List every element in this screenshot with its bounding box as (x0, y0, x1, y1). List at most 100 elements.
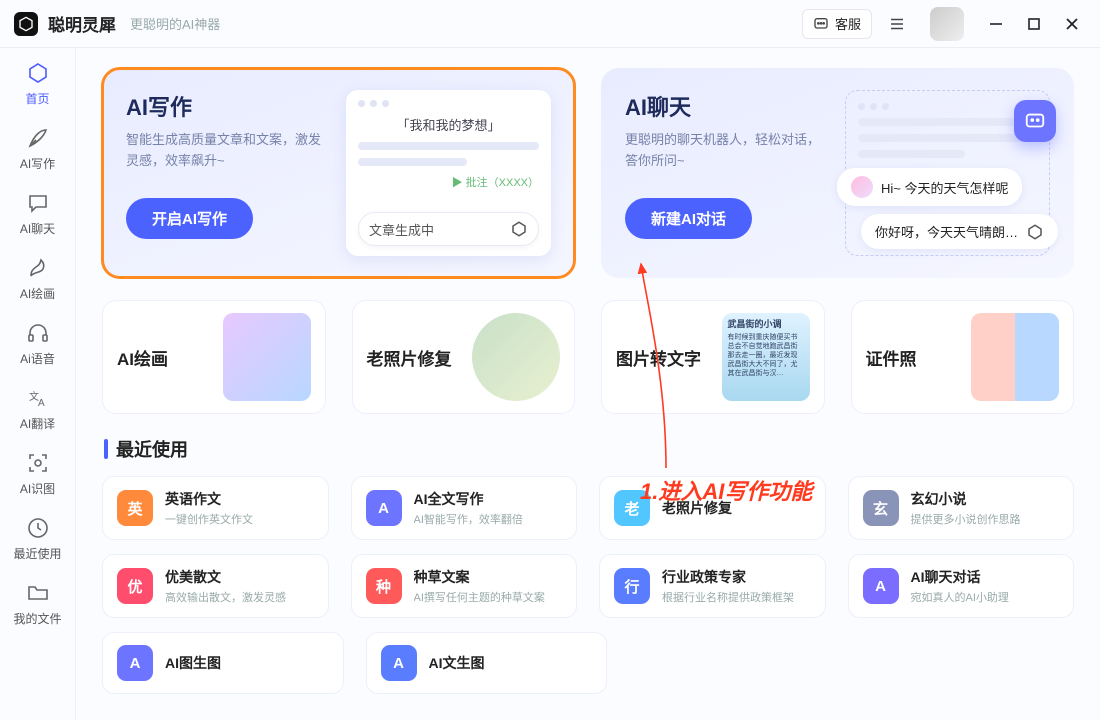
hero-title: AI聊天 (625, 90, 825, 122)
new-ai-chat-button[interactable]: 新建AI对话 (625, 198, 752, 239)
recent-item-title: 行业政策专家 (662, 567, 794, 587)
sidebar-item-label: Ai语音 (20, 350, 55, 367)
recent-item-sub: AI撰写任何主题的种草文案 (414, 589, 545, 605)
maximize-icon (1028, 18, 1040, 30)
recent-item[interactable]: 英英语作文一键创作英文作文 (102, 476, 329, 540)
hexagon-icon (510, 220, 528, 238)
sidebar-item-ai-ocr[interactable]: AI识图 (11, 450, 65, 497)
recent-item[interactable]: 种种草文案AI撰写任何主题的种草文案 (351, 554, 578, 618)
hexagon-icon (25, 60, 51, 86)
recent-item-icon: A (366, 490, 402, 526)
window-maximize-button[interactable] (1020, 10, 1048, 38)
user-avatar[interactable] (930, 7, 964, 41)
app-logo-icon (14, 12, 38, 36)
hero-title: AI写作 (126, 90, 326, 122)
recent-item[interactable]: A AI聊天对话宛如真人的AI小助理 (848, 554, 1075, 618)
window-close-button[interactable] (1058, 10, 1086, 38)
mock-annotation: ▶ 批注（XXXX） (452, 174, 539, 190)
hamburger-icon (888, 15, 906, 33)
hero-desc: 智能生成高质量文章和文案，激发灵感，效率飙升~ (126, 130, 326, 172)
sidebar: 首页 AI写作 AI聊天 AI绘画 Ai语音 文A AI翻译 AI识图 最近使用 (0, 48, 76, 720)
recent-item[interactable]: 玄玄幻小说提供更多小说创作思路 (848, 476, 1075, 540)
hero-ai-chat[interactable]: AI聊天 更聪明的聊天机器人，轻松对话，答你所问~ 新建AI对话 Hi~ 今天的… (601, 68, 1074, 278)
recent-item-icon: 优 (117, 568, 153, 604)
sidebar-item-ai-voice[interactable]: Ai语音 (11, 320, 65, 367)
window-minimize-button[interactable] (982, 10, 1010, 38)
recent-item-title: 老照片修复 (662, 498, 732, 518)
hexagon-icon (1026, 223, 1044, 241)
recent-item-icon: A (117, 645, 153, 681)
feature-ai-draw[interactable]: AI绘画 (102, 300, 326, 414)
sidebar-item-ai-draw[interactable]: AI绘画 (11, 255, 65, 302)
sidebar-item-my-files[interactable]: 我的文件 (11, 580, 65, 627)
mock-status-pill: 文章生成中 (358, 212, 539, 246)
sidebar-item-recent[interactable]: 最近使用 (11, 515, 65, 562)
feature-thumb (971, 313, 1059, 401)
feature-img2text[interactable]: 图片转文字 武昌街的小调 有时候到重庆随便买书总会不自觉地跑武昌街那去走一圈，最… (601, 300, 825, 414)
titlebar: 聪明灵犀 更聪明的AI神器 客服 (0, 0, 1100, 48)
recent-item-icon: 英 (117, 490, 153, 526)
start-ai-writing-button[interactable]: 开启AI写作 (126, 198, 253, 239)
recent-item[interactable]: A AI图生图 (102, 632, 344, 694)
mock-status-text: 文章生成中 (369, 220, 434, 239)
recent-item-icon: A (863, 568, 899, 604)
sidebar-item-label: AI翻译 (20, 415, 55, 432)
recent-item-title: 英语作文 (165, 489, 253, 509)
feature-thumb (472, 313, 560, 401)
feature-title: 图片转文字 (616, 345, 701, 370)
feature-photo-restore[interactable]: 老照片修复 (352, 300, 576, 414)
feature-title: AI绘画 (117, 345, 168, 370)
sidebar-item-ai-translate[interactable]: 文A AI翻译 (11, 385, 65, 432)
recent-item-title: AI全文写作 (414, 489, 523, 509)
sidebar-item-label: AI识图 (20, 480, 55, 497)
quill-icon (25, 125, 51, 151)
main-content: AI写作 智能生成高质量文章和文案，激发灵感，效率飙升~ 开启AI写作 「我和我… (76, 48, 1100, 720)
recent-item[interactable]: A AI全文写作 AI智能写作，效率翻倍 (351, 476, 578, 540)
sidebar-item-label: AI写作 (20, 155, 55, 172)
sidebar-item-label: AI聊天 (20, 220, 55, 237)
recent-item-sub: 提供更多小说创作思路 (911, 511, 1021, 527)
feature-thumb: 武昌街的小调 有时候到重庆随便买书总会不自觉地跑武昌街那去走一圈，最近发现武昌街… (722, 313, 810, 401)
chat-bubble-ai: 你好呀，今天天气晴朗… (861, 214, 1058, 249)
hero-ai-writing[interactable]: AI写作 智能生成高质量文章和文案，激发灵感，效率飙升~ 开启AI写作 「我和我… (102, 68, 575, 278)
recent-item-title: AI聊天对话 (911, 567, 1009, 587)
recent-grid: 英英语作文一键创作英文作文AAI全文写作AI智能写作，效率翻倍老老照片修复玄玄幻… (102, 476, 1074, 694)
chat-bubble-text: Hi~ 今天的天气怎样呢 (881, 178, 1008, 197)
recent-item-icon: 老 (614, 490, 650, 526)
support-label: 客服 (835, 14, 861, 33)
feature-title: 证件照 (866, 345, 917, 370)
sidebar-item-label: 最近使用 (13, 545, 61, 562)
chat-float-icon (1014, 100, 1056, 142)
hero-desc: 更聪明的聊天机器人，轻松对话，答你所问~ (625, 130, 825, 172)
recent-item[interactable]: A AI文生图 (366, 632, 608, 694)
chat-bubble-user: Hi~ 今天的天气怎样呢 (837, 168, 1022, 206)
recent-item[interactable]: 老老照片修复 (599, 476, 826, 540)
sidebar-item-ai-writing[interactable]: AI写作 (11, 125, 65, 172)
menu-button[interactable] (882, 9, 912, 39)
recent-item-title: 玄幻小说 (911, 489, 1021, 509)
recent-item[interactable]: 优优美散文高效输出散文，激发灵感 (102, 554, 329, 618)
app-title: 聪明灵犀 (48, 11, 116, 36)
recent-item-icon: A (381, 645, 417, 681)
recent-item-title: 优美散文 (165, 567, 286, 587)
sidebar-item-label: AI绘画 (20, 285, 55, 302)
avatar-icon (851, 176, 873, 198)
recent-item-title: AI文生图 (429, 653, 485, 673)
speech-icon (25, 190, 51, 216)
recent-item-icon: 行 (614, 568, 650, 604)
writing-mock-panel: 「我和我的梦想」 ▶ 批注（XXXX） 文章生成中 (346, 90, 551, 256)
recent-item[interactable]: 行行业政策专家根据行业名称提供政策框架 (599, 554, 826, 618)
close-icon (1065, 17, 1079, 31)
recent-item-sub: 一键创作英文作文 (165, 511, 253, 527)
chat-mock-panel: Hi~ 今天的天气怎样呢 你好呀，今天天气晴朗… (845, 90, 1050, 256)
recent-item-sub: 宛如真人的AI小助理 (911, 589, 1009, 605)
recent-item-sub: 高效输出散文，激发灵感 (165, 589, 286, 605)
recent-item-title: AI图生图 (165, 653, 221, 673)
sidebar-item-home[interactable]: 首页 (11, 60, 65, 107)
feature-idphoto[interactable]: 证件照 (851, 300, 1075, 414)
svg-text:A: A (38, 398, 45, 409)
support-button[interactable]: 客服 (802, 9, 872, 39)
sidebar-item-ai-chat[interactable]: AI聊天 (11, 190, 65, 237)
chat-bubble-text: 你好呀，今天天气晴朗… (875, 222, 1018, 241)
recent-item-sub: AI智能写作，效率翻倍 (414, 511, 523, 527)
